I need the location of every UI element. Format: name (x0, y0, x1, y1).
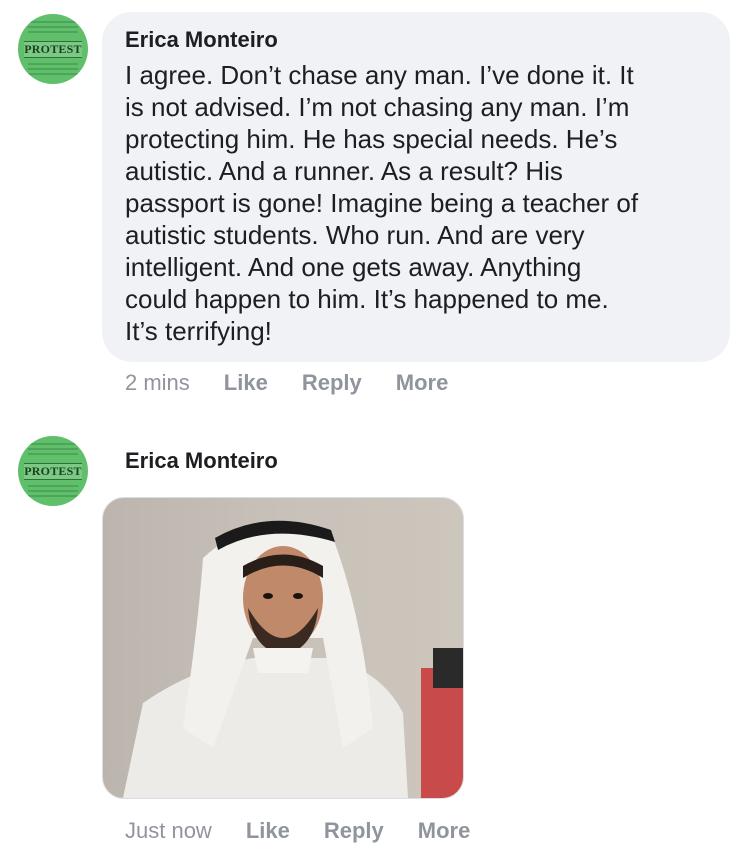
background-figure-head (433, 648, 463, 688)
eye (263, 593, 273, 599)
comment-text: I agree. Don’t chase any man. I’ve done … (125, 60, 639, 346)
comment-meta: Just now Like Reply More (125, 818, 470, 844)
avatar-label: PROTEST (24, 463, 82, 480)
collar (253, 648, 313, 673)
eye (293, 593, 303, 599)
like-button[interactable]: Like (246, 818, 290, 844)
author-avatar[interactable]: PROTEST (18, 436, 88, 506)
like-button[interactable]: Like (224, 370, 268, 396)
more-button[interactable]: More (418, 818, 471, 844)
author-avatar[interactable]: PROTEST (18, 14, 88, 84)
avatar-label: PROTEST (24, 41, 82, 58)
comment-meta: 2 mins Like Reply More (125, 370, 448, 396)
more-button[interactable]: More (396, 370, 449, 396)
comment-bubble: Erica Monteiro I agree. Don’t chase any … (102, 12, 730, 362)
comment-author-name[interactable]: Erica Monteiro (125, 26, 706, 53)
person-photo-illustration (123, 520, 463, 798)
comment-timestamp[interactable]: 2 mins (125, 370, 190, 396)
reply-button[interactable]: Reply (324, 818, 384, 844)
reply-button[interactable]: Reply (302, 370, 362, 396)
comment-author-name[interactable]: Erica Monteiro (125, 447, 278, 474)
comment-photo-attachment[interactable] (102, 497, 464, 799)
comment-timestamp[interactable]: Just now (125, 818, 212, 844)
